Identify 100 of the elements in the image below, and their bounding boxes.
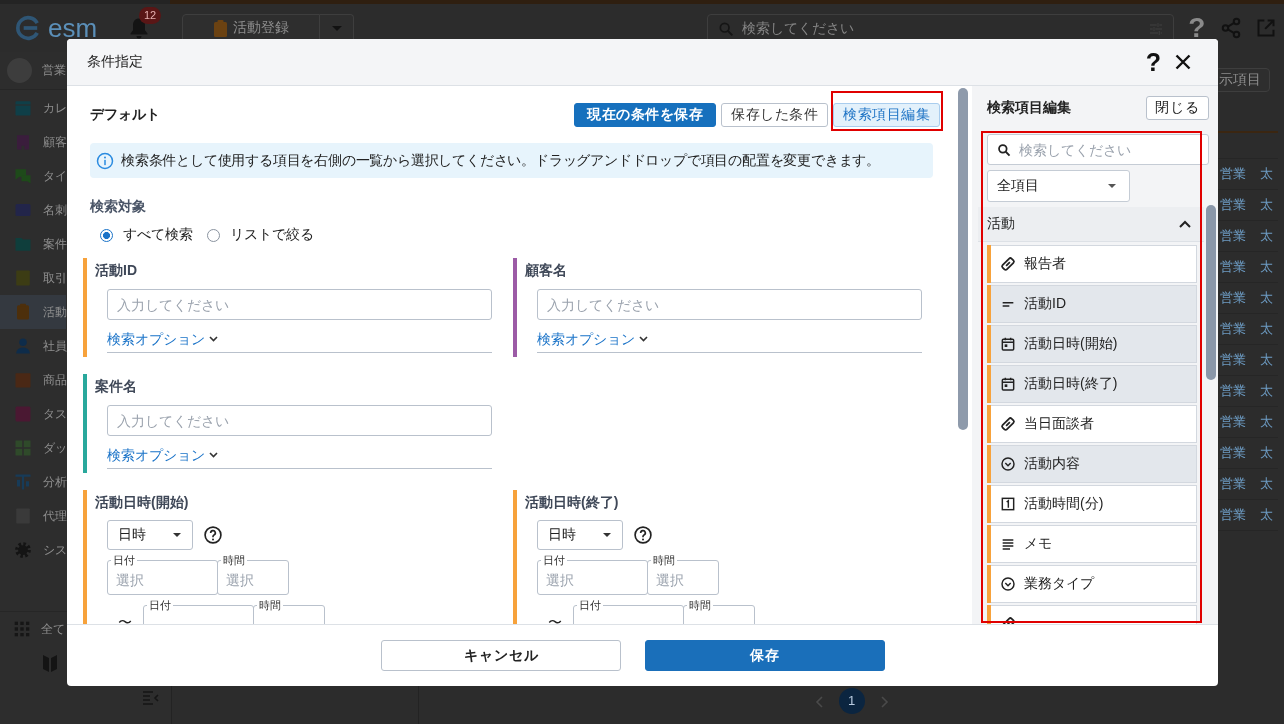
radio-button[interactable] [207, 228, 220, 242]
scrollbar-thumb[interactable] [1206, 205, 1216, 380]
field-item[interactable]: 活動内容 [987, 445, 1197, 483]
external-link-icon[interactable] [1256, 18, 1277, 38]
field-item[interactable]: 活動時間(分) [987, 485, 1197, 523]
sidebar-item[interactable]: 分析 [0, 465, 66, 499]
sidebar-item[interactable]: 取引 [0, 261, 66, 295]
chevron-down-icon [209, 452, 218, 458]
field-label: 時間 [258, 599, 282, 611]
columns-button[interactable]: 示項目 [1215, 68, 1270, 92]
text-input[interactable]: 入力してください [107, 405, 492, 436]
time-field[interactable]: 時間 選択 [217, 554, 289, 595]
preset-title: デフォルト [90, 106, 160, 124]
help-button[interactable]: ? [1188, 13, 1206, 43]
chevron-left-icon[interactable] [814, 696, 823, 708]
date-field[interactable]: 日付 選択 [107, 554, 218, 595]
save-conditions-button[interactable]: 現在の条件を保存 [574, 103, 716, 127]
table-cell: 太 [1260, 506, 1273, 524]
scrollbar-thumb[interactable] [958, 88, 968, 430]
table-cell: 太 [1260, 258, 1273, 276]
time-field[interactable]: 時間 選択 [647, 554, 719, 595]
time-field[interactable]: 時間 [253, 599, 325, 624]
close-icon[interactable] [1175, 54, 1191, 70]
date-field[interactable]: 日付 選択 [537, 554, 648, 595]
sidebar-item[interactable]: カレ [0, 91, 66, 125]
logo-text: esm [48, 13, 98, 43]
table-cell-text: 営業 [1220, 444, 1247, 462]
text-input[interactable]: 入力してください [107, 289, 492, 320]
field-item[interactable]: 活動日時(終了) [987, 365, 1197, 403]
filter-select[interactable]: 全項目 [987, 170, 1130, 202]
sidebar-item[interactable]: 名刺 [0, 193, 66, 227]
date-input[interactable]: 選択 [546, 566, 647, 594]
field-item[interactable]: 報告者 [987, 245, 1197, 283]
info-icon [96, 151, 114, 170]
caret-icon [603, 533, 611, 537]
sidebar-item[interactable]: シス [0, 533, 66, 567]
tag-icon [1000, 256, 1016, 272]
info-text: 検索条件として使用する項目を右側の一覧から選択してください。ドラッグアンドドロップで項目の配置を変更できます。 [121, 151, 880, 170]
table-cell-text: 営業 [1220, 165, 1247, 183]
field-label: 日付 [148, 599, 172, 611]
sidebar-item[interactable]: 全て [0, 612, 66, 646]
section-header[interactable]: 活動 [978, 207, 1204, 242]
sidebar-item[interactable]: 活動 [0, 295, 66, 329]
mode-select[interactable]: 日時 [107, 520, 193, 550]
notification-badge: 12 [139, 7, 162, 24]
table-cell: 太 [1260, 475, 1273, 493]
search-option-link[interactable]: 検索オプション [537, 330, 648, 348]
collapse-icon[interactable] [143, 691, 159, 705]
radio-button[interactable] [100, 228, 113, 242]
sidebar-item[interactable]: 案件 [0, 227, 66, 261]
search-option-link[interactable]: 検索オプション [107, 330, 218, 348]
field-item[interactable]: 活動日時(開始) [987, 325, 1197, 363]
caret-icon [173, 533, 181, 537]
edit-fields-button[interactable]: 検索項目編集 [833, 103, 940, 127]
mode-select[interactable]: 日時 [537, 520, 623, 550]
field-label: 案件名 [95, 377, 137, 395]
table-cell: 太 [1260, 444, 1273, 462]
search-option-link[interactable]: 検索オプション [107, 446, 218, 464]
close-button[interactable]: 閉じる [1146, 96, 1209, 120]
save-button[interactable]: 保存 [645, 640, 885, 671]
sidebar-item[interactable]: 商品 [0, 363, 66, 397]
chevron-down-icon [639, 336, 648, 342]
time-input[interactable]: 選択 [226, 566, 288, 594]
saved-conditions-button[interactable]: 保存した条件 [721, 103, 828, 127]
sidebar-item[interactable]: ダッ [0, 431, 66, 465]
bell-icon[interactable] [129, 17, 150, 39]
user-name: 営業 [42, 62, 66, 79]
share-icon[interactable] [1220, 17, 1243, 39]
chevron-down-icon [209, 336, 218, 342]
help-icon[interactable] [633, 525, 653, 545]
sidebar-item[interactable]: タイ [0, 159, 66, 193]
field-label: 日付 [112, 554, 136, 566]
field-item[interactable]: 業務タイプ [987, 565, 1197, 603]
help-button[interactable]: ? [1145, 48, 1161, 76]
table-cell: 太 [1260, 382, 1273, 400]
help-icon[interactable] [203, 525, 223, 545]
field-item[interactable]: メモ [987, 525, 1197, 563]
date-input[interactable]: 選択 [116, 566, 217, 594]
field-label: 活動日時(終了) [525, 493, 619, 511]
book-icon[interactable] [43, 654, 57, 672]
table-cell-text: 営業 [1220, 475, 1247, 493]
cancel-button[interactable]: キャンセル [381, 640, 621, 671]
date-field[interactable]: 日付 [143, 599, 254, 624]
field-label: 活動日時(開始) [95, 493, 189, 511]
clipboard-icon [213, 19, 227, 37]
field-item[interactable]: 当日面談者 [987, 405, 1197, 443]
sidebar-item[interactable]: 社員 [0, 329, 66, 363]
sidebar-item[interactable]: 顧客 [0, 125, 66, 159]
page-button[interactable]: 1 [838, 688, 865, 714]
table-cell-text: 営業 [1220, 227, 1247, 245]
panel-title: 検索項目編集 [987, 99, 1071, 117]
radio-label: すべて検索 [123, 226, 193, 244]
time-input[interactable]: 選択 [656, 566, 718, 594]
sidebar-item[interactable]: タス [0, 397, 66, 431]
lines-icon [1000, 536, 1016, 552]
text-input[interactable]: 入力してください [537, 289, 922, 320]
logo-icon [15, 15, 41, 41]
chevron-right-icon[interactable] [880, 696, 889, 708]
sidebar-item[interactable]: 代理 [0, 499, 66, 533]
field-item[interactable]: 活動ID [987, 285, 1197, 323]
